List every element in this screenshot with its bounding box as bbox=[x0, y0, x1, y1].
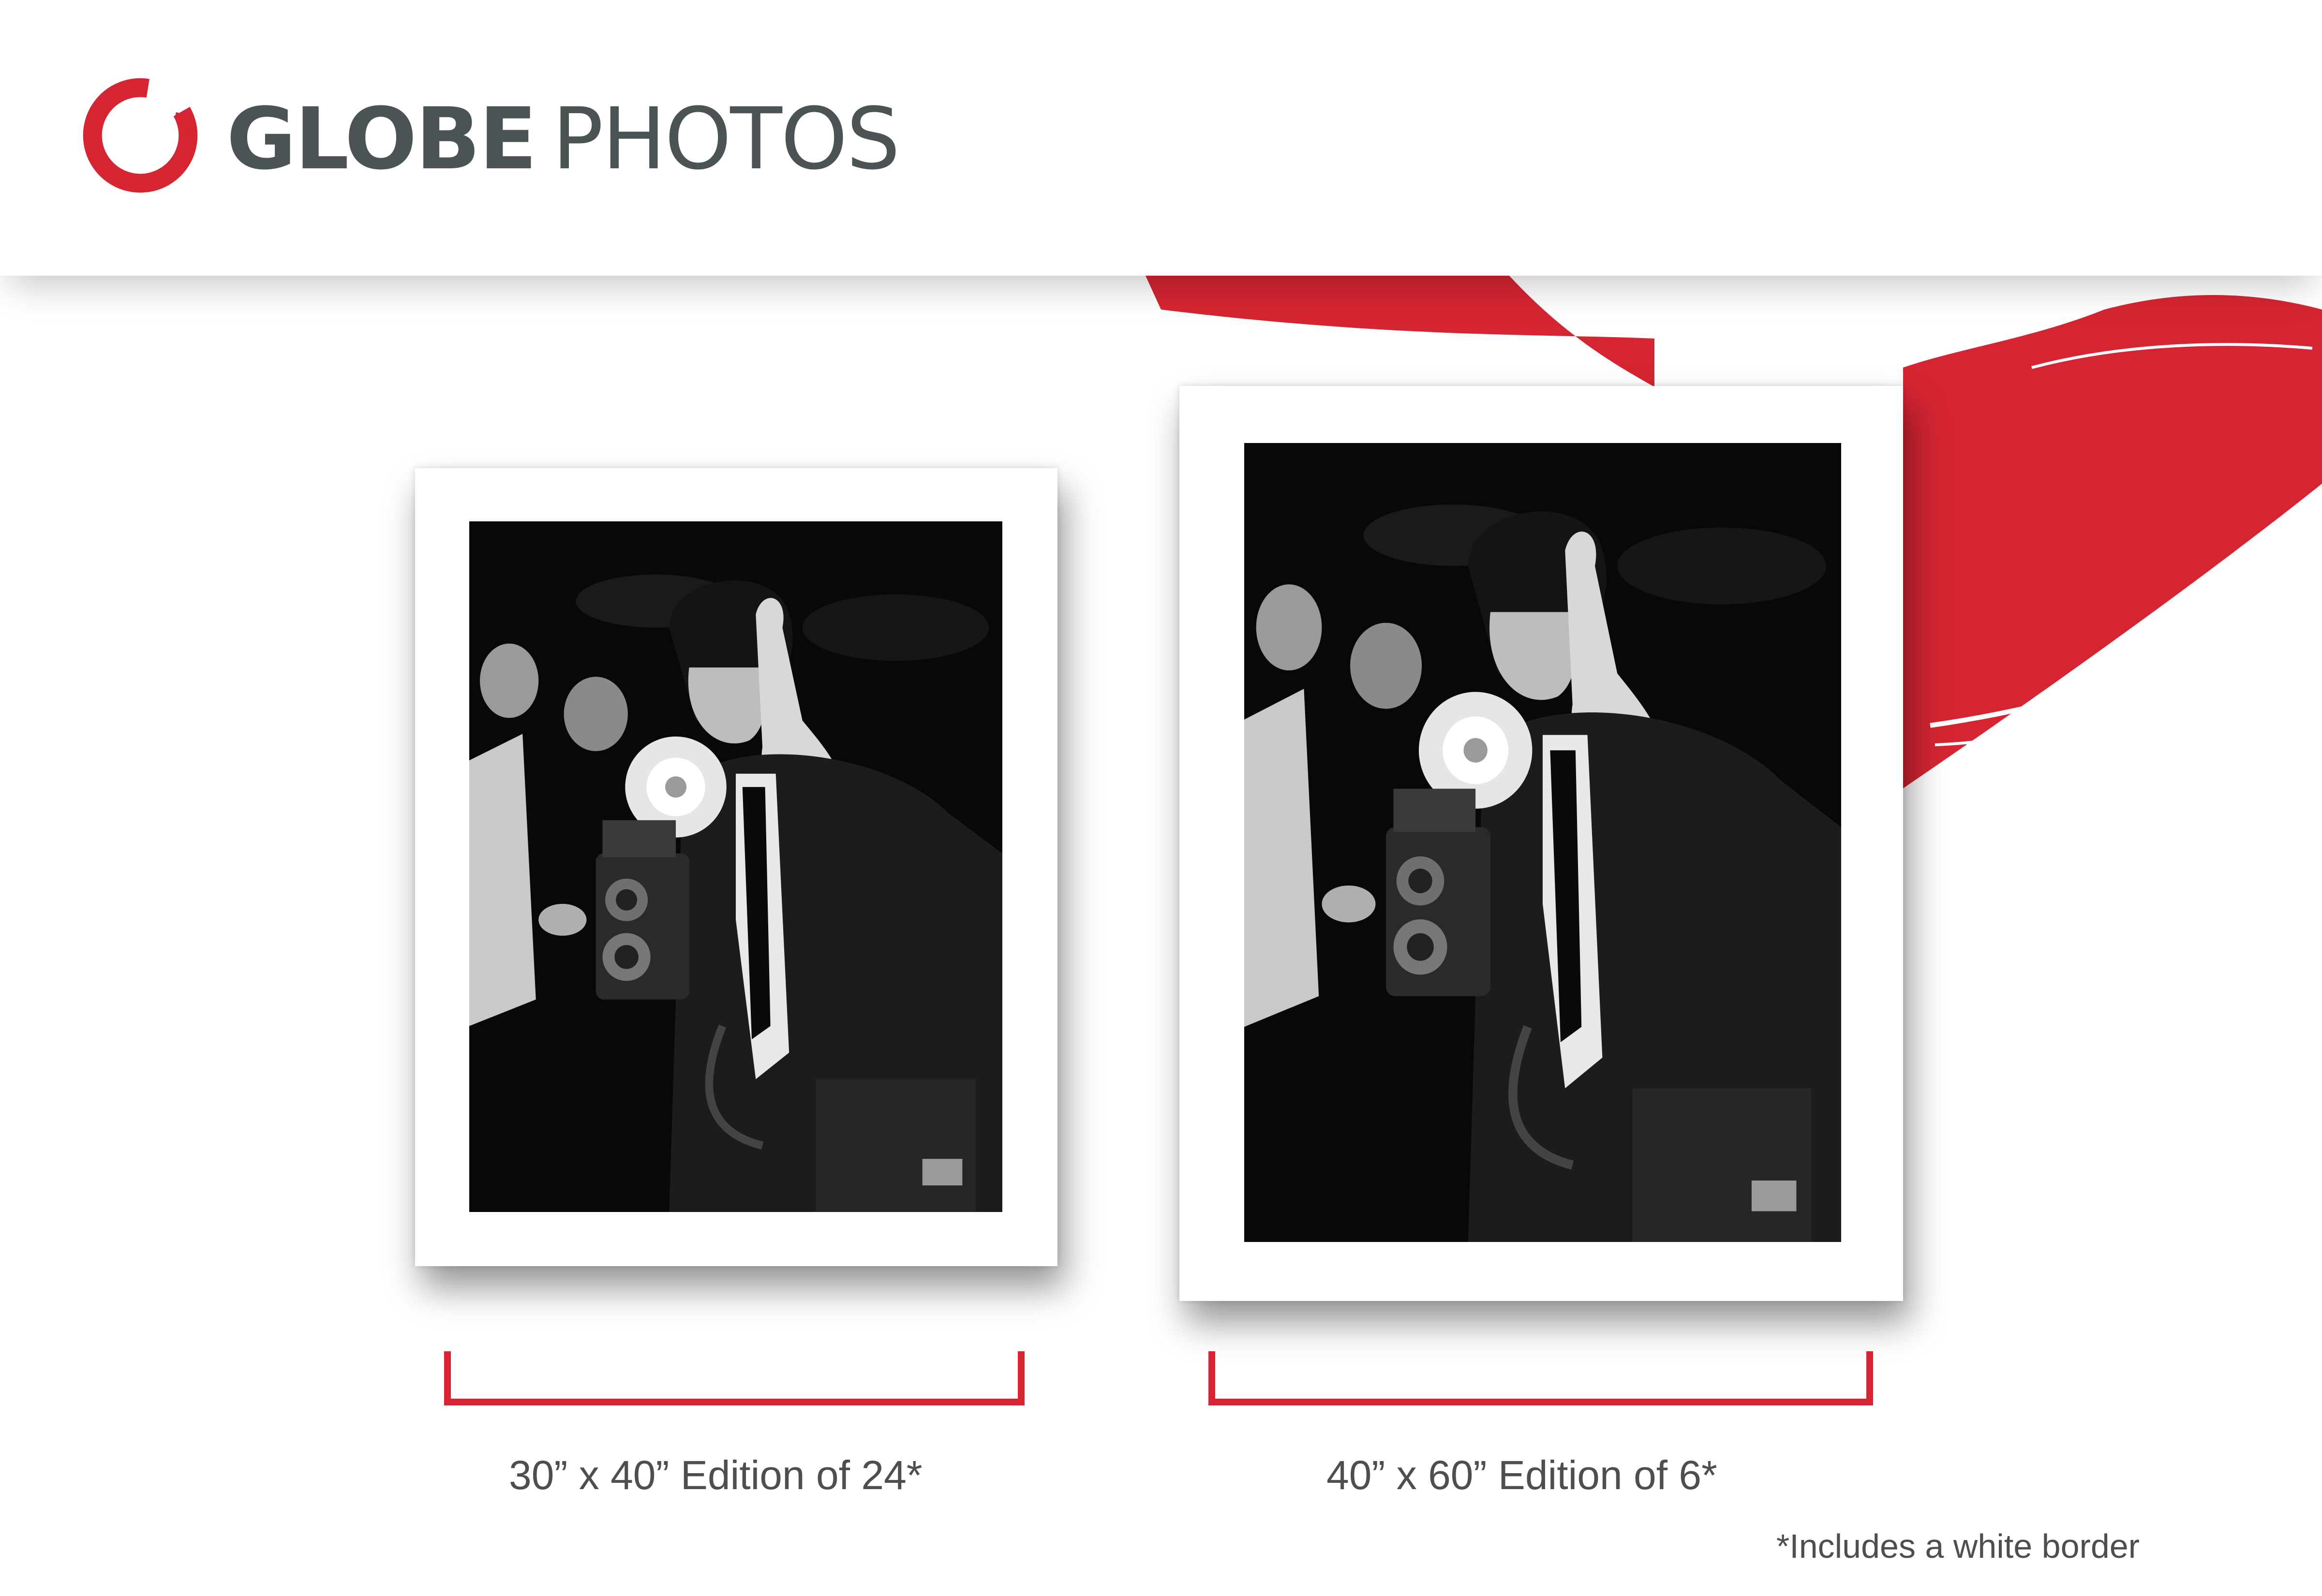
border-footnote: *Includes a white border bbox=[1776, 1527, 2140, 1565]
globe-logo-icon[interactable] bbox=[77, 73, 203, 198]
print-preview-30x40[interactable] bbox=[415, 468, 1057, 1266]
brand-wordmark[interactable]: GLOBE PHOTOS bbox=[226, 81, 900, 197]
print-photo bbox=[1244, 443, 1841, 1242]
camera-photographer-photo-icon bbox=[469, 521, 1002, 1212]
brand-name-light: PHOTOS bbox=[552, 89, 900, 189]
size-label-30x40: 30” x 40” Edition of 24* bbox=[509, 1452, 923, 1498]
brand-name-bold: GLOBE bbox=[226, 89, 537, 189]
print-photo bbox=[469, 521, 1002, 1212]
size-bracket-40x60 bbox=[1208, 1351, 1873, 1405]
size-label-40x60: 40” x 60” Edition of 6* bbox=[1326, 1452, 1717, 1498]
size-bracket-30x40 bbox=[444, 1351, 1025, 1405]
print-preview-40x60[interactable] bbox=[1179, 386, 1903, 1301]
site-header: GLOBE PHOTOS bbox=[0, 0, 2322, 276]
camera-photographer-photo-icon bbox=[1244, 443, 1841, 1242]
